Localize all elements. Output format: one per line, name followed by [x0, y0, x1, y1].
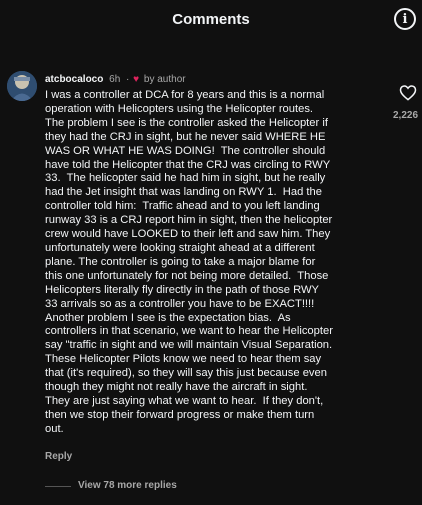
view-more-replies-button[interactable]: View 78 more replies	[78, 480, 177, 491]
meta-separator: ·	[126, 74, 130, 85]
info-icon[interactable]: i	[394, 8, 416, 30]
avatar-image	[7, 71, 37, 101]
author-badge: by author	[143, 74, 186, 85]
like-count: 2,226	[393, 110, 419, 121]
comment-body: I was a controller at DCA for 8 years an…	[45, 89, 333, 435]
page-title: Comments	[172, 11, 250, 28]
author-heart-icon: ♥	[133, 74, 140, 85]
comment-meta: atcbocaloco 6h · ♥ by author	[45, 73, 186, 86]
header: Comments i	[0, 0, 422, 40]
timestamp: 6h	[109, 74, 121, 85]
avatar[interactable]	[7, 71, 37, 101]
username[interactable]: atcbocaloco	[45, 74, 103, 85]
replies-divider	[45, 486, 71, 487]
reply-button[interactable]: Reply	[45, 451, 72, 462]
like-heart-icon[interactable]	[399, 84, 417, 101]
